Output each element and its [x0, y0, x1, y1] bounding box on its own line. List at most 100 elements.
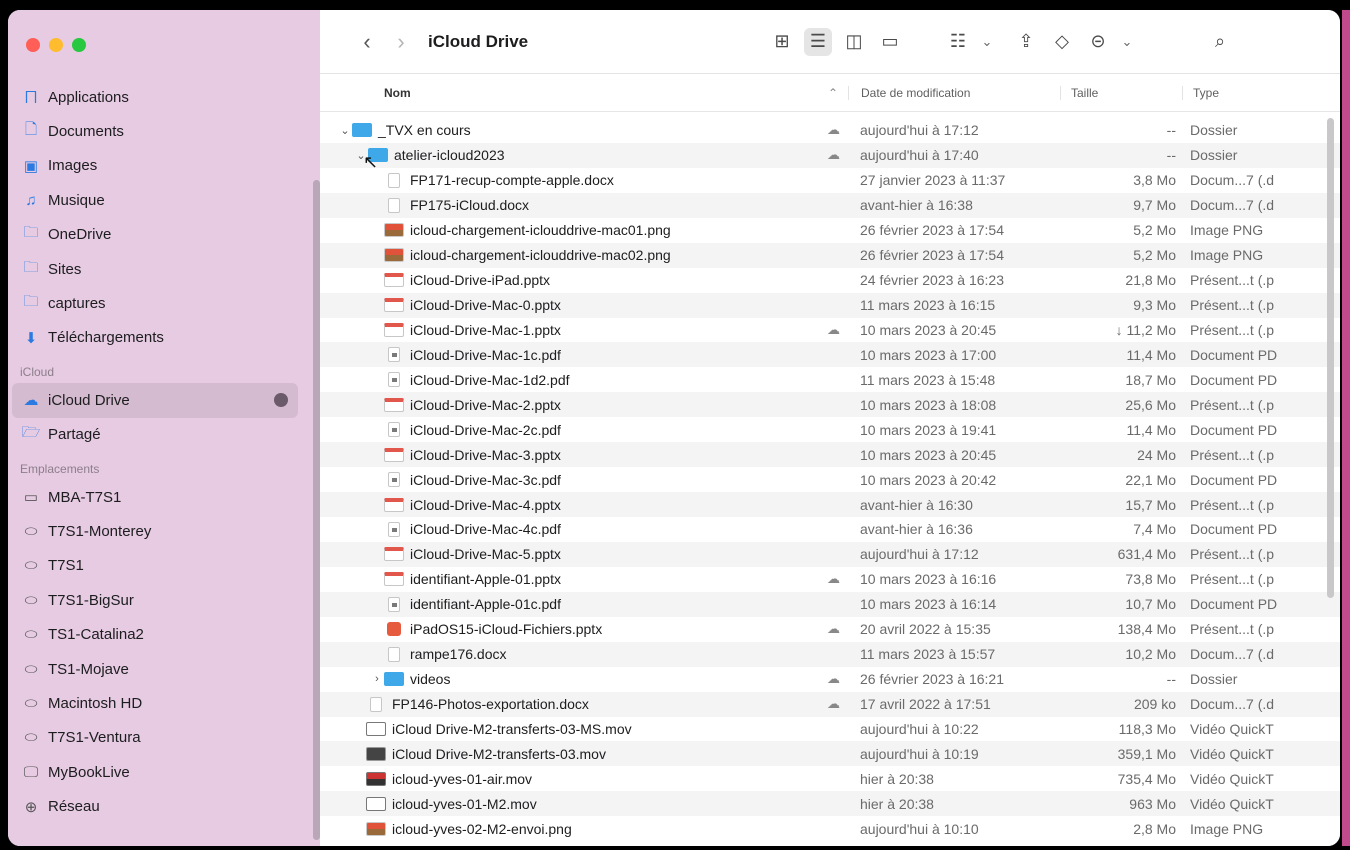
- sidebar-item-t7s1-monterey[interactable]: ⬭ T7S1-Monterey: [8, 514, 320, 548]
- sidebar-item-applications[interactable]: ⨅ Applications: [8, 80, 320, 114]
- table-row[interactable]: iPadOS15-iCloud-Fichiers.pptx ☁ 20 avril…: [320, 617, 1340, 642]
- file-type: Vidéo QuickT: [1190, 770, 1274, 787]
- sidebar-item-label: T7S1-BigSur: [48, 591, 134, 609]
- column-type[interactable]: Type: [1182, 85, 1292, 100]
- sidebar-item-t7s1-bigsur[interactable]: ⬭ T7S1-BigSur: [8, 583, 320, 617]
- file-name: iCloud-Drive-Mac-5.pptx: [410, 546, 561, 563]
- sidebar-item-icloud-drive[interactable]: ☁ iCloud Drive: [12, 383, 298, 418]
- table-row[interactable]: iCloud Drive-M2-transferts-03.mov aujour…: [320, 741, 1340, 767]
- file-name: iCloud-Drive-iPad.pptx: [410, 272, 551, 289]
- file-size: 2,8 Mo: [1133, 820, 1176, 837]
- table-row[interactable]: › videos ☁ 26 février 2023 à 16:21 -- Do…: [320, 667, 1340, 692]
- sidebar-item-telechargements[interactable]: ⬇ Téléchargements: [8, 321, 320, 355]
- table-row[interactable]: iCloud-Drive-Mac-3c.pdf 10 mars 2023 à 2…: [320, 467, 1340, 492]
- table-row[interactable]: iCloud-Drive-Mac-2.pptx 10 mars 2023 à 1…: [320, 392, 1340, 418]
- sidebar-item-documents[interactable]: 🗋 Documents: [8, 114, 320, 148]
- table-row[interactable]: FP146-Photos-exportation.docx ☁ 17 avril…: [320, 691, 1340, 717]
- mouse-pointer-icon: ↖: [363, 152, 379, 172]
- chevron-right-icon[interactable]: ›: [370, 673, 384, 685]
- group-icon[interactable]: ☷: [944, 28, 972, 56]
- table-row[interactable]: iCloud Drive-M2-transferts-03-MS.mov auj…: [320, 717, 1340, 742]
- table-row[interactable]: icloud-yves-02-M2-envoi.png aujourd'hui …: [320, 816, 1340, 841]
- sidebar-item-ts1-catalina2[interactable]: ⬭ TS1-Catalina2: [8, 617, 320, 651]
- sidebar-item-musique[interactable]: ♫ Musique: [8, 183, 320, 217]
- column-name[interactable]: Nom ⌃: [320, 86, 848, 100]
- sidebar-item-images[interactable]: ▣ Images: [8, 149, 320, 183]
- table-row[interactable]: iCloud-Drive-Mac-1.pptx ☁ 10 mars 2023 à…: [320, 318, 1340, 343]
- file-date: aujourd'hui à 10:10: [860, 820, 979, 837]
- forward-button[interactable]: ›: [384, 29, 418, 55]
- table-row[interactable]: FP171-recup-compte-apple.docx 27 janvier…: [320, 168, 1340, 193]
- zoom-button[interactable]: [72, 38, 86, 52]
- table-row[interactable]: icloud-yves-01-air.mov hier à 20:38 735,…: [320, 766, 1340, 791]
- table-row[interactable]: icloud-yves-01-M2.mov hier à 20:38 963 M…: [320, 791, 1340, 817]
- table-row[interactable]: iCloud-Drive-Mac-3.pptx 10 mars 2023 à 2…: [320, 442, 1340, 468]
- table-row[interactable]: iCloud-Drive-iPad.pptx 24 février 2023 à…: [320, 268, 1340, 293]
- column-date[interactable]: Date de modification: [848, 85, 1060, 100]
- table-row[interactable]: rampe176.docx 11 mars 2023 à 15:57 10,2 …: [320, 641, 1340, 667]
- file-size: 24 Mo: [1137, 446, 1176, 463]
- table-row[interactable]: identifiant-Apple-01.pptx ☁ 10 mars 2023…: [320, 567, 1340, 592]
- sidebar-item-sites[interactable]: 🗀 Sites: [8, 252, 320, 286]
- sidebar-item-t7s1[interactable]: ⬭ T7S1: [8, 549, 320, 583]
- column-view-icon[interactable]: ◫: [840, 28, 868, 56]
- file-name: atelier-icloud2023: [394, 147, 505, 164]
- gallery-view-icon[interactable]: ▭: [876, 28, 904, 56]
- share-icon[interactable]: ⇪: [1012, 28, 1040, 56]
- table-row[interactable]: icloud-chargement-iclouddrive-mac01.png …: [320, 218, 1340, 243]
- tag-icon[interactable]: ◇: [1048, 28, 1076, 56]
- folder-icon: 🗀: [23, 224, 39, 242]
- icon-view-icon[interactable]: ⊞: [768, 28, 796, 56]
- sidebar-item-ts1-mojave[interactable]: ⬭ TS1-Mojave: [8, 652, 320, 686]
- more-icon[interactable]: ⊝: [1084, 28, 1112, 56]
- sidebar-item-partage[interactable]: 🗁 Partagé: [8, 418, 320, 452]
- image-file-icon: [384, 248, 404, 263]
- toolbar-actions: ☷ ⌄ ⇪ ◇ ⊝ ⌄ ⌕: [944, 28, 1234, 56]
- file-type: Document PD: [1190, 346, 1278, 363]
- file-date: aujourd'hui à 17:12: [860, 122, 979, 139]
- file-list-scrollbar[interactable]: [1327, 118, 1334, 598]
- cloud-download-icon[interactable]: ☁: [827, 621, 840, 637]
- table-row[interactable]: ⌄ atelier-icloud2023 ☁ aujourd'hui à 17:…: [320, 142, 1340, 168]
- table-row[interactable]: icloud-chargement-iclouddrive-mac02.png …: [320, 242, 1340, 268]
- table-row[interactable]: iCloud-Drive-Mac-1c.pdf 10 mars 2023 à 1…: [320, 342, 1340, 368]
- chevron-down-icon[interactable]: ⌄: [980, 28, 994, 56]
- table-row[interactable]: identifiant-Apple-01c.pdf 10 mars 2023 à…: [320, 591, 1340, 617]
- back-button[interactable]: ‹: [350, 29, 384, 55]
- presentation-file-icon: [384, 547, 404, 562]
- table-row[interactable]: FP175-iCloud.docx avant-hier à 16:38 9,7…: [320, 192, 1340, 218]
- sidebar-item-reseau[interactable]: ⊕ Réseau: [8, 789, 320, 823]
- table-row[interactable]: iCloud-Drive-Mac-4.pptx avant-hier à 16:…: [320, 492, 1340, 517]
- table-row[interactable]: iCloud-Drive-Mac-1d2.pdf 11 mars 2023 à …: [320, 367, 1340, 392]
- chevron-down-icon[interactable]: ⌄: [1120, 28, 1134, 56]
- table-row[interactable]: iCloud-Drive-Mac-4c.pdf avant-hier à 16:…: [320, 517, 1340, 542]
- cloud-download-icon[interactable]: ☁: [827, 147, 840, 163]
- sidebar-item-captures[interactable]: 🗀 captures: [8, 286, 320, 320]
- cloud-download-icon[interactable]: ☁: [827, 671, 840, 687]
- sidebar-item-macintosh-hd[interactable]: ⬭ Macintosh HD: [8, 686, 320, 720]
- chevron-down-icon[interactable]: ⌄: [338, 124, 352, 137]
- table-row[interactable]: iCloud-Drive-Mac-0.pptx 11 mars 2023 à 1…: [320, 292, 1340, 318]
- sidebar-scrollbar[interactable]: [313, 180, 320, 840]
- applications-icon: ⨅: [24, 88, 37, 106]
- table-row[interactable]: iCloud-Drive-Mac-5.pptx aujourd'hui à 17…: [320, 541, 1340, 567]
- sidebar-item-mybooklive[interactable]: 🖵 MyBookLive: [8, 755, 320, 789]
- cloud-download-icon[interactable]: ☁: [827, 122, 840, 138]
- table-row[interactable]: iCloud-Drive-Mac-2c.pdf 10 mars 2023 à 1…: [320, 417, 1340, 442]
- file-size: ↓ 11,2 Mo: [1115, 321, 1176, 338]
- table-row[interactable]: ⌄ _TVX en cours ☁ aujourd'hui à 17:12 --…: [320, 118, 1340, 143]
- cloud-download-icon[interactable]: ☁: [827, 696, 840, 712]
- sidebar-item-mba-t7s1[interactable]: ▭ MBA-T7S1: [8, 480, 320, 514]
- list-view-icon[interactable]: ☰: [804, 27, 832, 56]
- file-date: 10 mars 2023 à 20:45: [860, 446, 997, 463]
- search-icon[interactable]: ⌕: [1206, 28, 1234, 56]
- disk-icon: ⬭: [24, 591, 38, 609]
- file-type: Présent...t (.p: [1190, 496, 1275, 513]
- file-size: 631,4 Mo: [1117, 546, 1176, 563]
- sidebar-item-onedrive[interactable]: 🗀 OneDrive: [8, 218, 320, 252]
- close-button[interactable]: [26, 38, 40, 52]
- minimize-button[interactable]: [49, 38, 63, 52]
- column-size[interactable]: Taille: [1060, 85, 1182, 100]
- sidebar-item-t7s1-ventura[interactable]: ⬭ T7S1-Ventura: [8, 721, 320, 755]
- view-switcher: ⊞ ☰ ◫ ▭: [768, 27, 904, 56]
